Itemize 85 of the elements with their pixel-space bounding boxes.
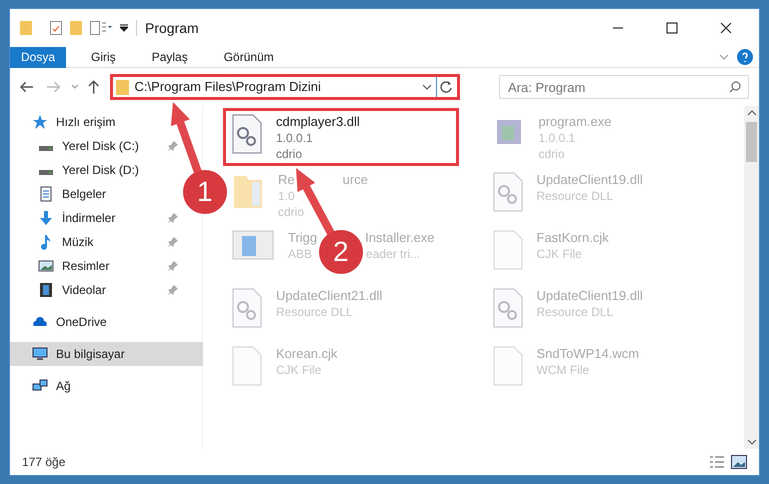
file-name: program.exe [538, 114, 612, 130]
scroll-up-icon[interactable] [746, 108, 756, 118]
large-icons-view-icon[interactable] [731, 455, 747, 469]
chevron-down-icon[interactable] [70, 83, 78, 91]
drive-icon [38, 169, 54, 176]
pin-icon [168, 285, 178, 295]
drive-icon [38, 145, 54, 152]
window-icon [232, 230, 274, 260]
callout-number: 1 [197, 178, 213, 206]
sidebar-item[interactable]: Yerel Disk (D:) [10, 158, 160, 182]
file-name: cdmplayer3.dll [276, 114, 360, 130]
file-detail: cdrio [538, 146, 566, 162]
sidebar-item[interactable]: Resimler [10, 254, 182, 278]
download-icon [38, 210, 54, 226]
file-name: Korean.cjk [276, 346, 338, 362]
pin-icon [168, 141, 178, 151]
file-name: FastKorn.cjk [536, 230, 609, 246]
file-name: Re [278, 172, 295, 188]
file-icon [492, 230, 522, 270]
file-detail: CJK File [276, 362, 322, 378]
back-arrow-icon[interactable] [20, 81, 34, 93]
file-name: UpdateClient19.dll [536, 172, 643, 188]
sidebar-item[interactable]: Videolar [10, 278, 182, 302]
file-detail: ABB [288, 246, 312, 262]
sidebar-item[interactable]: Bu bilgisayar [10, 342, 203, 366]
window-title: Program [145, 18, 199, 38]
file-detail: 1.0.0.1 [276, 130, 313, 146]
file-name: SndToWP14.wcm [536, 346, 640, 362]
file-name: urce [342, 172, 368, 188]
properties-icon[interactable] [90, 21, 112, 35]
image-icon [38, 258, 54, 274]
search-field[interactable]: Ara: Program [499, 75, 750, 99]
file-detail: CJK File [536, 246, 582, 262]
file-icon [232, 346, 262, 386]
file-name: Installer.exe [365, 230, 435, 246]
ribbon-tab[interactable]: Dosya [10, 46, 66, 68]
pin-icon [168, 237, 178, 247]
ribbon-tab[interactable]: Görünüm [212, 46, 285, 68]
file-detail: eader tri... [366, 246, 420, 262]
address-bar[interactable]: C:\Program Files\Program Dizini [110, 74, 460, 100]
file-detail: cdrio [278, 204, 306, 220]
address-path: C:\Program Files\Program Dizini [134, 78, 322, 96]
file-detail: Resource DLL [276, 304, 353, 320]
details-view-icon[interactable] [709, 455, 725, 469]
file-name: UpdateClient19.dll [536, 288, 643, 304]
pin-icon [168, 213, 178, 223]
sidebar-item[interactable]: İndirmeler [10, 206, 182, 230]
file-detail: WCM File [536, 362, 590, 378]
document-icon [38, 186, 54, 202]
up-arrow-icon[interactable] [88, 80, 100, 94]
file-detail: Resource DLL [536, 188, 614, 204]
help-icon[interactable] [737, 49, 753, 65]
file-detail: 1.0 [278, 188, 295, 204]
computer-icon [32, 346, 48, 362]
folder-icon [116, 80, 129, 94]
settings-file-icon [232, 114, 262, 154]
file-icon [492, 346, 522, 386]
sidebar-item[interactable]: Ağ [10, 374, 160, 398]
file-name: UpdateClient21.dll [276, 288, 382, 304]
item-count: 177 öğe [22, 454, 66, 471]
sidebar-item[interactable]: Hızlı erişim [10, 110, 160, 134]
file-detail: Resource DLL [536, 304, 614, 320]
ribbon-tab[interactable]: Giriş [80, 46, 127, 68]
film-icon [38, 282, 54, 298]
sidebar-item[interactable]: Yerel Disk (C:) [10, 134, 182, 158]
settings-file-icon [232, 288, 262, 328]
settings-file-icon [492, 288, 522, 328]
scrollbar[interactable] [744, 106, 759, 449]
sidebar-item[interactable]: Müzik [10, 230, 182, 254]
scroll-down-icon[interactable] [746, 437, 756, 447]
pin-icon [168, 261, 178, 271]
scrollbar-thumb[interactable] [746, 122, 757, 162]
ribbon-tab[interactable]: Paylaş [140, 46, 199, 68]
settings-file-icon [492, 172, 522, 212]
sidebar-item[interactable]: Belgeler [10, 182, 160, 206]
dropdown-icon[interactable] [120, 24, 128, 32]
callout-number: 2 [333, 238, 349, 266]
sidebar-item[interactable]: OneDrive [10, 310, 160, 334]
file-name: Trigg [288, 230, 318, 246]
checklist-icon[interactable] [50, 21, 62, 35]
star-icon [32, 114, 48, 130]
file-detail: cdrio [276, 146, 304, 162]
file-detail: 1.0.0.1 [538, 130, 576, 146]
chevron-down-icon[interactable] [422, 82, 432, 92]
search-icon [729, 81, 742, 93]
